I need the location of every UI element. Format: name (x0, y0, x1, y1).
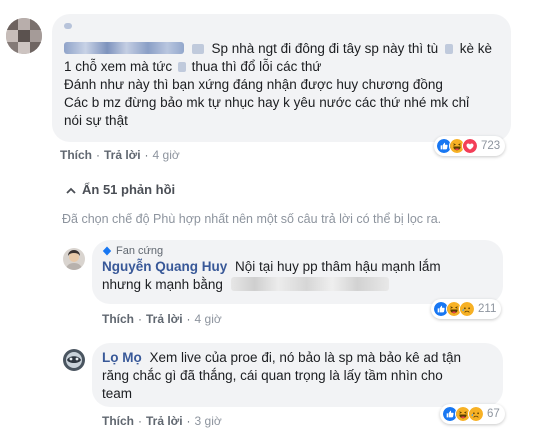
timestamp[interactable]: 4 giờ (195, 312, 222, 326)
avatar[interactable] (63, 248, 85, 270)
reply-line: Xem live của proe đi, nó bảo là sp mà bả… (149, 350, 461, 365)
reply-author[interactable]: Lọ Mọ (102, 350, 142, 365)
comment-line: Các b mz đừng bảo mk tự nhục hay k yêu n… (64, 95, 470, 110)
chevron-up-icon (66, 187, 76, 194)
author-name-redacted[interactable] (64, 42, 184, 54)
reply-button[interactable]: Trả lời (146, 312, 183, 326)
like-button[interactable]: Thích (60, 148, 92, 162)
hide-replies-link[interactable]: Ẩn 51 phản hồi (66, 182, 175, 197)
comment-line: Sp nhà ngt đi đông đi tây sp này thì tù (211, 41, 439, 56)
avatar[interactable] (63, 349, 85, 371)
comment-line: Đánh như này thì bạn xứng đáng nhận được… (64, 77, 443, 92)
reaction-count: 723 (481, 140, 501, 152)
sad-icon (459, 301, 475, 317)
reply-line: Nội tại huy pp thâm hậu mạnh lắm (235, 259, 441, 274)
redacted-text (230, 277, 389, 291)
redacted-emoji (444, 44, 453, 54)
reply-button[interactable]: Trả lời (104, 148, 141, 162)
diamond-icon (102, 246, 112, 256)
reply-actions: Thích · Trả lời · 3 giờ (102, 414, 222, 428)
reactions-summary[interactable]: 723 (434, 136, 506, 156)
like-button[interactable]: Thích (102, 312, 134, 326)
timestamp[interactable]: 3 giờ (195, 414, 222, 428)
avatar[interactable] (6, 18, 42, 54)
reply-line: nhưng k mạnh bằng (102, 277, 223, 292)
reaction-count: 211 (478, 303, 497, 315)
redacted-emoji (191, 44, 204, 54)
top-fan-badge: Fan cứng (102, 245, 493, 257)
reply-bubble: Lọ Mọ Xem live của proe đi, nó bảo là sp… (92, 343, 503, 407)
comment-bubble: Sp nhà ngt đi đông đi tây sp này thì tù … (52, 14, 511, 142)
comment-line: thua thì đổ lỗi các thứ (191, 59, 322, 74)
reply-author[interactable]: Nguyễn Quang Huy (102, 259, 227, 274)
reply-text: Nguyễn Quang Huy Nội tại huy pp thâm hậu… (102, 258, 493, 294)
redacted-emoji (177, 62, 186, 72)
filter-notice: Đã chọn chế độ Phù hợp nhất nên một số c… (62, 212, 442, 226)
comment-line: nói sự thật (64, 113, 128, 128)
like-button[interactable]: Thích (102, 414, 134, 428)
reply-line: team (102, 386, 133, 401)
comment-actions: Thích · Trả lời · 4 giờ (60, 148, 180, 162)
sad-icon (468, 406, 484, 422)
reply-actions: Thích · Trả lời · 4 giờ (102, 312, 222, 326)
reply-bubble: Fan cứng Nguyễn Quang Huy Nội tại huy pp… (92, 240, 503, 304)
hide-replies-label: Ẩn 51 phản hồi (82, 182, 176, 197)
author-name-redacted[interactable] (64, 23, 72, 29)
reactions-summary[interactable]: 211 (431, 299, 502, 319)
comment-line: kè kè (459, 41, 493, 56)
reactions-summary[interactable]: 67 (440, 404, 505, 424)
reply-button[interactable]: Trả lời (146, 414, 183, 428)
reply-text: Lọ Mọ Xem live của proe đi, nó bảo là sp… (102, 349, 493, 403)
badge-label: Fan cứng (116, 245, 164, 257)
comment-text: Sp nhà ngt đi đông đi tây sp này thì tù … (64, 22, 499, 130)
love-icon (462, 138, 478, 154)
reaction-count: 67 (487, 408, 500, 420)
reply-line: răng chắc gì đã thắng, cái quan trọng là… (102, 368, 443, 383)
comment-line: 1 chỗ xem mà tức (64, 59, 173, 74)
timestamp[interactable]: 4 giờ (153, 148, 180, 162)
